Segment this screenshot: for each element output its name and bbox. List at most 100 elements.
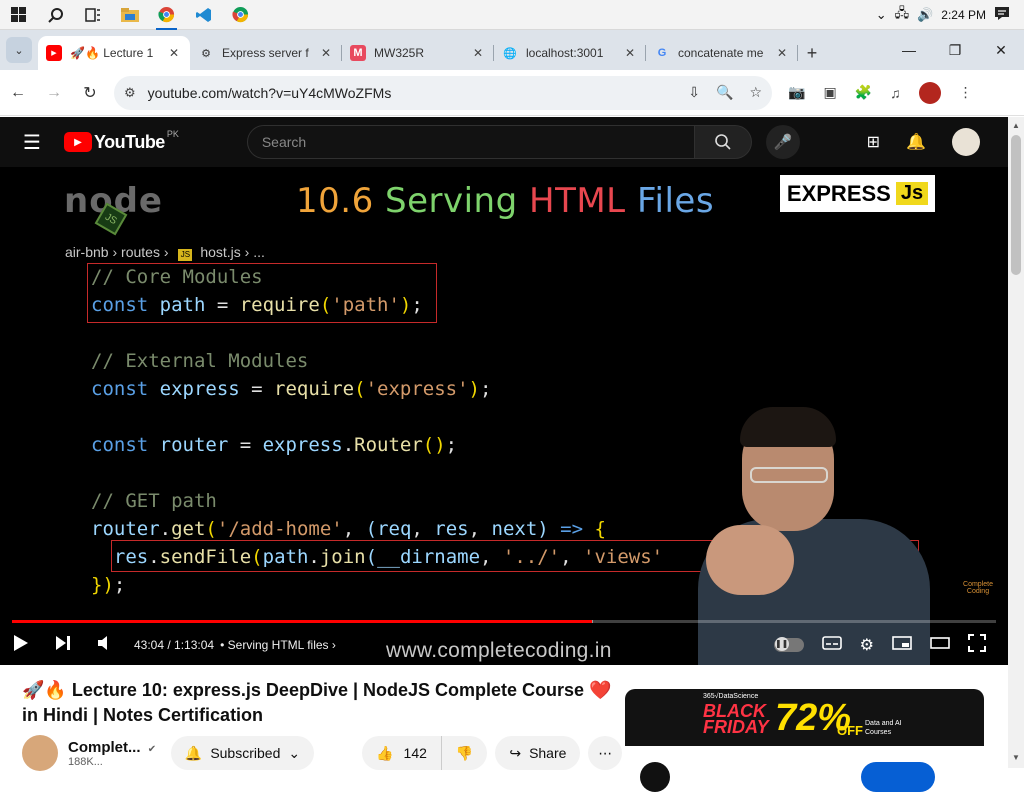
code-token: ( [251,546,263,568]
file-explorer-icon[interactable] [111,0,148,30]
browser-tab-mw325r[interactable]: M MW325R ✕ [342,36,494,70]
next-video-icon[interactable] [42,635,84,656]
close-window-icon[interactable]: ✕ [978,42,1024,59]
channel-info: Complet... ✔ 188K... [68,739,157,768]
youtube-logo[interactable]: ▶ YouTube PK [64,129,179,153]
code-token: 'express' [365,378,469,400]
media-controls-icon[interactable]: ♫ [890,85,901,101]
windows-start-icon[interactable] [0,0,37,30]
bookmark-star-icon[interactable]: ☆ [749,84,762,101]
globe-favicon-icon: 🌐 [503,47,517,60]
vscode-icon[interactable] [185,0,222,30]
sidebar-ad[interactable]: 365√DataScience BLACK FRIDAY 72% OFF Dat… [625,689,984,769]
page-scrollbar[interactable]: ▲ ▼ [1008,117,1024,768]
thumbs-up-icon: 👍 [376,744,394,761]
scroll-up-icon[interactable]: ▲ [1008,121,1024,130]
miniplayer-icon[interactable] [892,635,912,655]
site-info-icon[interactable]: ⚙ [124,85,136,101]
scrollbar-thumb[interactable] [1011,135,1021,275]
code-token: res [91,546,149,568]
task-view-icon[interactable] [74,0,111,30]
minimize-icon[interactable]: — [886,42,932,58]
volume-icon[interactable]: 🔊 [917,7,933,23]
dislike-button[interactable]: 👎 [442,745,487,762]
network-icon[interactable]: 🖧 [895,4,910,26]
share-button[interactable]: ↪ Share [495,736,581,770]
code-token: path [262,546,309,568]
code-line: // Core Modules [91,263,893,291]
theater-mode-icon[interactable] [930,636,950,654]
chapter-button[interactable]: • Serving HTML files › [220,638,336,652]
code-token: '../' [502,546,561,568]
close-tab-icon[interactable]: ✕ [774,46,790,60]
code-token: , [468,518,492,540]
browser-tab-localhost[interactable]: 🌐 localhost:3001 ✕ [494,36,646,70]
channel-avatar[interactable] [22,735,58,771]
chevron-up-icon[interactable]: ⌄ [876,7,887,23]
screenshot-icon[interactable]: 📷 [788,84,805,101]
restore-icon[interactable]: ❐ [932,42,978,59]
browser-tab-google[interactable]: G concatenate me ✕ [646,36,798,70]
ad-cta-button[interactable] [861,762,935,792]
search-button-icon[interactable] [694,125,752,159]
channel-name[interactable]: Complet... [68,739,141,756]
url-text[interactable]: youtube.com/watch?v=uY4cMWoZFMs [148,85,689,101]
user-avatar[interactable] [952,128,980,156]
fullscreen-icon[interactable] [968,633,986,657]
verified-check-icon: ✔ [147,743,157,755]
breadcrumb-folder: air-bnb [65,244,109,260]
ad-advertiser-avatar[interactable] [640,762,670,792]
code-token: }) [91,574,114,596]
notifications-bell-icon[interactable]: 🔔 [906,132,926,152]
subscribed-button[interactable]: 🔔 Subscribed ⌄ [170,736,315,770]
close-tab-icon[interactable]: ✕ [470,46,486,60]
browser-tab-express[interactable]: ⚙ Express server f ✕ [190,36,342,70]
scroll-down-icon[interactable]: ▼ [1008,753,1024,762]
settings-gear-icon[interactable]: ⚙ [860,635,874,655]
back-icon[interactable]: ← [0,84,36,102]
search-input[interactable]: Search [246,125,695,159]
play-icon[interactable] [0,634,42,657]
autoplay-toggle[interactable] [773,637,804,652]
code-token: . [159,518,172,540]
channel-name-wrap[interactable]: Complet... ✔ [68,739,157,756]
video-progress-bar[interactable] [12,620,996,623]
player-right-controls: ⚙ [773,633,1008,657]
like-button[interactable]: 👍 142 [362,736,442,770]
code-token: // GET path [91,490,217,512]
chrome-profile-icon[interactable] [222,0,259,30]
code-token: const [91,294,149,316]
create-video-icon[interactable]: ⊞ [867,132,880,152]
code-token: 'views' [583,546,664,568]
reload-icon[interactable]: ↻ [72,83,108,103]
subtitles-icon[interactable] [821,635,842,655]
extensions-icon[interactable]: 🧩 [855,84,872,101]
new-tab-icon[interactable]: + [798,36,826,70]
close-tab-icon[interactable]: ✕ [166,46,182,60]
address-bar[interactable]: ⚙ youtube.com/watch?v=uY4cMWoZFMs ⇩ 🔍 ☆ [114,75,772,110]
tab-title: concatenate me [678,46,764,60]
install-app-icon[interactable]: ⇩ [688,84,700,101]
chrome-menu-icon[interactable]: ⋮ [959,84,973,101]
volume-icon[interactable] [84,635,126,656]
video-player[interactable]: node JS 10.6 Serving HTML Files EXPRESS … [0,167,1008,665]
player-controls: 43:04 / 1:13:04 • Serving HTML files › ⚙ [0,626,1008,664]
more-actions-icon[interactable]: ⋯ [588,736,622,770]
close-tab-icon[interactable]: ✕ [318,46,334,60]
zoom-icon[interactable]: 🔍 [716,84,733,101]
notifications-icon[interactable] [994,6,1010,24]
picture-in-picture-icon[interactable]: ▣ [823,84,836,101]
code-token: , [480,546,503,568]
clock-time[interactable]: 2:24 PM [941,8,986,22]
chrome-icon[interactable] [148,0,185,30]
microphone-icon[interactable]: 🎤 [765,125,800,159]
search-icon[interactable] [37,0,74,30]
tab-search-icon[interactable]: ⌄ [6,37,32,63]
browser-tab-lecture[interactable]: ▶ 🚀🔥 Lecture 1 ✕ [38,36,190,70]
code-token: ; [411,294,423,316]
forward-icon[interactable]: → [36,84,72,102]
hamburger-menu-icon[interactable]: ☰ [0,130,64,155]
profile-avatar[interactable] [918,81,941,104]
code-token: = [251,378,275,400]
close-tab-icon[interactable]: ✕ [622,46,638,60]
